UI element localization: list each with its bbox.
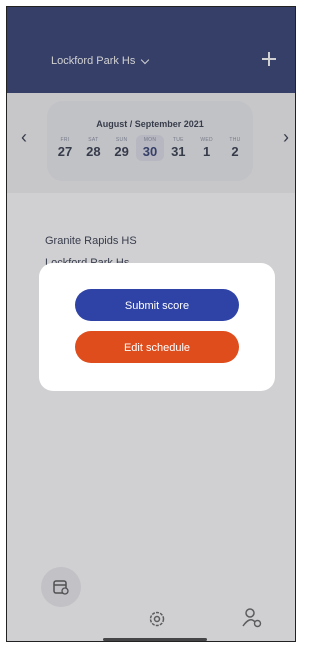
action-modal: Submit score Edit schedule [39,263,275,391]
edit-schedule-button[interactable]: Edit schedule [75,331,239,363]
submit-score-button[interactable]: Submit score [75,289,239,321]
phone-screen: Lockford Park Hs August / September 2021… [6,6,296,642]
